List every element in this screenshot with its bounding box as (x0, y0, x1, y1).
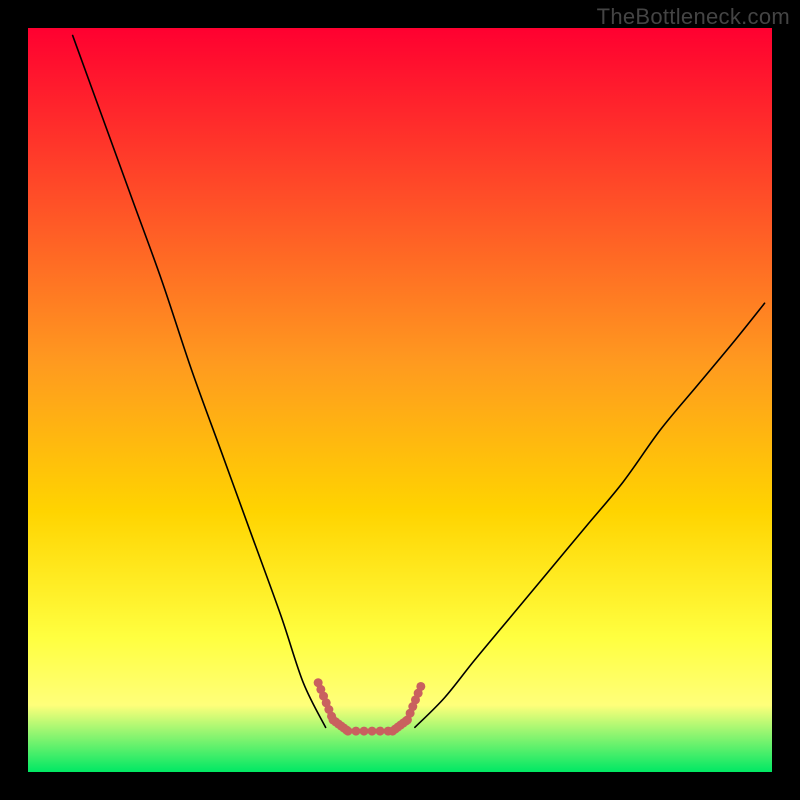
plot-background (28, 28, 772, 772)
chart-frame: TheBottleneck.com (0, 0, 800, 800)
bottleneck-chart (0, 0, 800, 800)
watermark-text: TheBottleneck.com (597, 4, 790, 30)
